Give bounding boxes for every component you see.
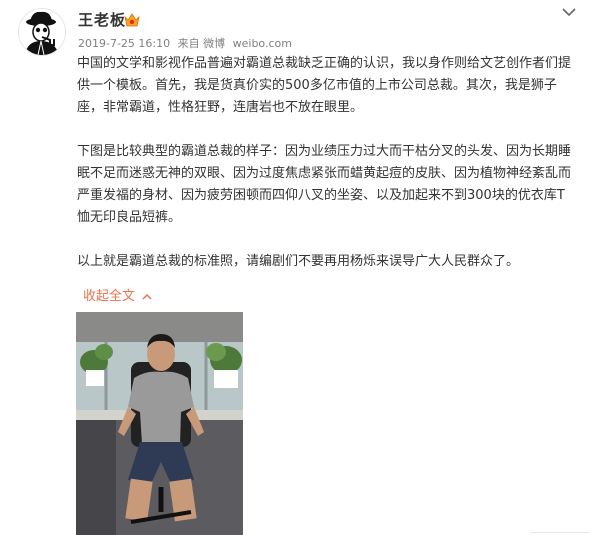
post-content: 中国的文学和影视作品普遍对霸道总裁缺乏正确的认识，我以身作则给文艺创作者们提供一… — [77, 53, 572, 273]
collapse-label: 收起全文 — [83, 289, 136, 304]
weibo-post: 王老板 2019-7-25 16:10 来自 微博 weibo.com 中国的文… — [0, 0, 590, 535]
collapse-text-link[interactable]: 收起全文 — [83, 285, 153, 304]
photo-image — [76, 312, 243, 535]
chevron-down-icon[interactable] — [561, 6, 577, 18]
post-meta: 2019-7-25 16:10 来自 微博 weibo.com — [78, 35, 296, 51]
divider — [530, 532, 590, 533]
post-source[interactable]: weibo.com — [233, 37, 292, 50]
post-datetime[interactable]: 2019-7-25 16:10 — [78, 37, 170, 50]
sherlock-avatar-icon — [19, 9, 65, 55]
post-paragraph: 中国的文学和影视作品普遍对霸道总裁缺乏正确的认识，我以身作则给文艺创作者们提供一… — [77, 56, 572, 115]
post-via-label: 来自 微博 — [177, 37, 226, 50]
post-paragraph: 以上就是霸道总裁的标准照，请编剧们不要再用杨烁来误导广大人民群众了。 — [77, 254, 520, 269]
post-paragraph: 下图是比较典型的霸道总裁的样子：因为业绩压力过大而干枯分叉的头发、因为长期睡眠不… — [77, 144, 572, 225]
username[interactable]: 王老板 — [78, 9, 126, 30]
post-photo[interactable] — [76, 312, 243, 535]
user-avatar[interactable] — [18, 8, 66, 56]
vip-badge-icon — [124, 13, 140, 27]
chevron-up-icon — [142, 293, 152, 300]
